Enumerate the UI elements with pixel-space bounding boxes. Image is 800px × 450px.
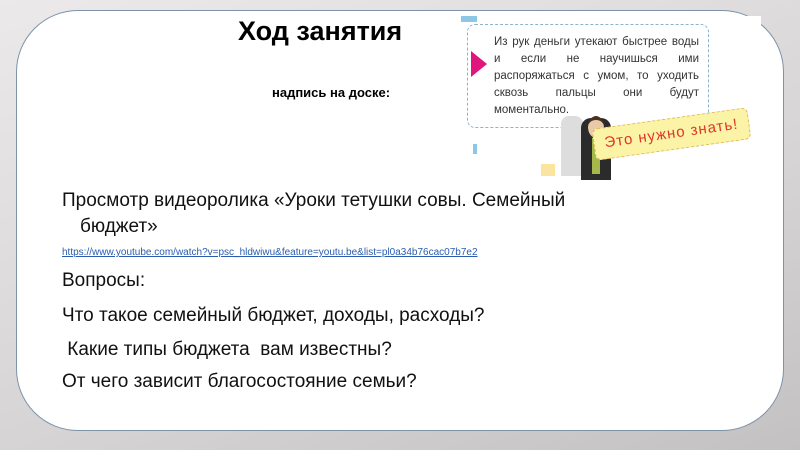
decor (473, 144, 477, 154)
quote-text: Из рук деньги утекают быстрее воды и есл… (494, 36, 699, 116)
question: Что такое семейный бюджет, доходы, расхо… (62, 305, 485, 326)
triangle-icon (471, 51, 487, 77)
video-link[interactable]: https://www.youtube.com/watch?v=psc_hldw… (62, 247, 478, 258)
question: От чего зависит благосостояние семьи? (62, 371, 417, 392)
illustration: Из рук деньги утекают быстрее воды и есл… (461, 16, 761, 180)
slide-subtitle: надпись на доске: (272, 85, 391, 100)
question: Какие типы бюджета вам известны? (62, 339, 392, 360)
decor (461, 16, 477, 22)
video-line-1: Просмотр видеоролика «Уроки тетушки совы… (62, 190, 566, 211)
questions-label: Вопросы: (62, 270, 146, 291)
person-shadow (561, 116, 583, 176)
slide-title: Ход занятия (238, 16, 403, 46)
decor (541, 164, 555, 176)
video-line-2: бюджет» (80, 216, 158, 237)
